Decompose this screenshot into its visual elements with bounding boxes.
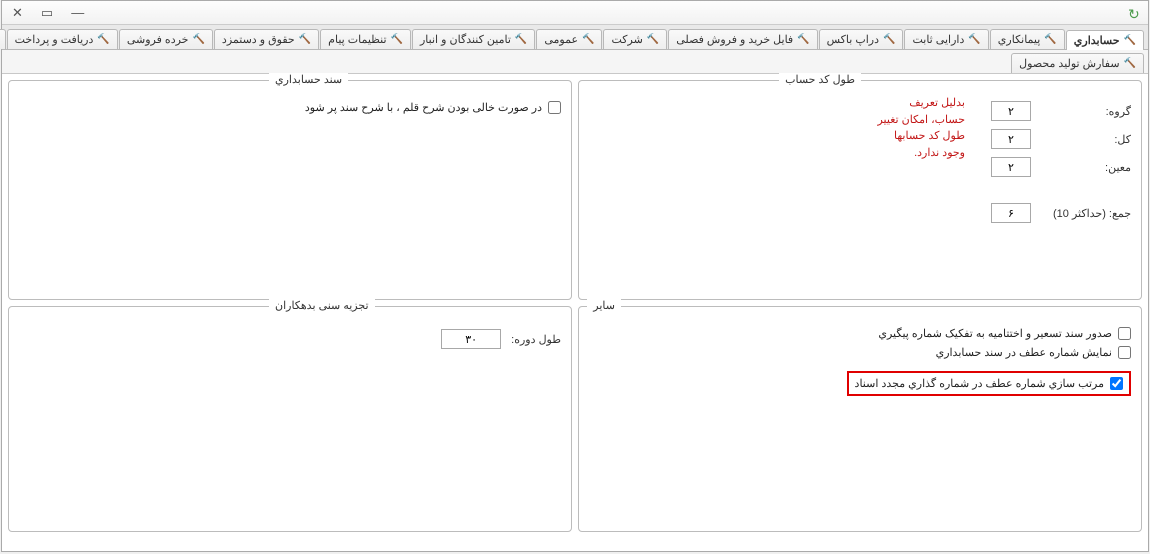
group-aging-debtors: تجزیه سنی بدهکاران طول دوره: [9, 306, 573, 532]
checkbox-fill-desc[interactable] [549, 101, 562, 114]
hammer-icon: 🔨 [516, 34, 528, 45]
warning-text: بدلیل تعریف حساب، امکان تغییر طول کد حسا… [878, 95, 966, 161]
warning-line: طول کد حسابها [878, 128, 966, 145]
group-account-code-length: طول کد حساب گروه: کل: معین: [579, 80, 1143, 300]
main-tab[interactable]: 🔨خرده فروشی [120, 29, 214, 49]
main-tab[interactable]: 🔨 حسابداري [1067, 30, 1145, 50]
hammer-icon: 🔨 [969, 34, 981, 45]
main-tab[interactable]: 🔨 تامین کنندگان و انبار [413, 29, 536, 49]
main-tab[interactable]: 🔨 شرکت [604, 29, 668, 49]
check-issue-revaluation: صدور سند تسعیر و اختتامیه به تفکیک شماره… [590, 327, 1132, 340]
checkbox-sort-ref[interactable] [1111, 377, 1124, 390]
sub-tab[interactable]: 🔨 سفارش تولید محصول [1012, 53, 1145, 73]
close-icon[interactable]: ✕ [13, 5, 24, 21]
input-period[interactable] [442, 329, 502, 349]
content-area: طول کد حساب گروه: کل: معین: [3, 74, 1149, 538]
label-sum: جمع: (حداکثر 10) [1042, 207, 1132, 220]
hammer-icon: 🔨 [1045, 34, 1057, 45]
main-tab[interactable]: 🔨مشتریان و فروش [0, 29, 7, 49]
minimize-icon[interactable]: — [72, 5, 85, 20]
label-total: کل: [1042, 133, 1132, 146]
tab-label: پیمانکاري [999, 33, 1042, 46]
hammer-icon: 🔨 [648, 34, 660, 45]
hammer-icon: 🔨 [98, 34, 110, 45]
check-sort-ref-highlighted: مرتب سازي شماره عطف در شماره گذاري مجدد … [848, 371, 1132, 396]
main-tab[interactable]: 🔨 عمومی [537, 29, 603, 49]
check-label: نمایش شماره عطف در سند حسابداري [937, 346, 1113, 359]
window: ✕ ▭ — ↻ 🔨حسابداري🔨پیمانکاري🔨دارایی ثابت🔨… [2, 0, 1150, 552]
main-tab[interactable]: 🔨پیمانکاري [991, 29, 1066, 49]
group-legend: تجزیه سنی بدهکاران [270, 299, 376, 312]
tab-label: تنظیمات پیام [329, 33, 387, 46]
group-other: سایر صدور سند تسعیر و اختتامیه به تفکیک … [579, 306, 1143, 532]
tab-label: عمومی [545, 33, 579, 46]
input-group[interactable] [992, 101, 1032, 121]
warning-line: حساب، امکان تغییر [878, 112, 966, 129]
check-label: در صورت خالی بودن شرح قلم ، با شرح سند پ… [306, 101, 543, 114]
checkbox-issue-revaluation[interactable] [1119, 327, 1132, 340]
main-tab[interactable]: 🔨 دراپ باکس [820, 29, 905, 49]
label-period: طول دوره: [512, 333, 562, 346]
input-sum[interactable] [992, 203, 1032, 223]
period-row: طول دوره: [20, 329, 562, 349]
tab-label: دارایی ثابت [913, 33, 965, 46]
check-fill-desc: در صورت خالی بودن شرح قلم ، با شرح سند پ… [20, 101, 562, 114]
check-label: مرتب سازي شماره عطف در شماره گذاري مجدد … [856, 377, 1105, 390]
main-tab[interactable]: 🔨 تنظیمات پیام [321, 29, 412, 49]
main-tab[interactable]: 🔨 حقوق و دستمزد [215, 29, 320, 49]
tab-label: تامین کنندگان و انبار [421, 33, 512, 46]
hammer-icon: 🔨 [300, 34, 312, 45]
main-tab[interactable]: 🔨 دارایی ثابت [905, 29, 989, 49]
app-icon: ↻ [1129, 6, 1143, 20]
group-legend: سند حسابداري [270, 73, 349, 86]
hammer-icon: 🔨 [1125, 35, 1137, 46]
tab-label: حقوق و دستمزد [223, 33, 296, 46]
main-tab[interactable]: 🔨دریافت و پرداخت [8, 29, 119, 49]
tab-label: حسابداري [1075, 34, 1121, 47]
main-tabstrip: 🔨حسابداري🔨پیمانکاري🔨دارایی ثابت🔨دراپ باک… [3, 25, 1149, 50]
label-moein: معین: [1042, 161, 1132, 174]
main-tab[interactable]: 🔨 فایل خرید و فروش فصلی [669, 29, 818, 49]
warning-line: وجود ندارد. [878, 145, 966, 162]
input-moein[interactable] [992, 157, 1032, 177]
tab-label: خرده فروشی [128, 33, 190, 46]
tab-label: فایل خرید و فروش فصلی [677, 33, 794, 46]
check-show-ref: نمایش شماره عطف در سند حسابداري [590, 346, 1132, 359]
hammer-icon: 🔨 [392, 34, 404, 45]
label-group: گروه: [1042, 105, 1132, 118]
hammer-icon: 🔨 [884, 34, 896, 45]
hammer-icon: 🔨 [583, 34, 595, 45]
tab-label: شرکت [612, 33, 643, 46]
check-label: صدور سند تسعیر و اختتامیه به تفکیک شماره… [879, 327, 1113, 340]
tab-label: سفارش تولید محصول [1020, 57, 1120, 70]
hammer-icon: 🔨 [1125, 58, 1137, 69]
tab-label: دریافت و پرداخت [16, 33, 95, 46]
input-total[interactable] [992, 129, 1032, 149]
group-legend: طول کد حساب [780, 73, 862, 86]
warning-line: بدلیل تعریف [878, 95, 966, 112]
checkbox-show-ref[interactable] [1119, 346, 1132, 359]
sub-tabstrip: 🔨 سفارش تولید محصول [3, 50, 1149, 74]
hammer-icon: 🔨 [193, 34, 205, 45]
titlebar: ✕ ▭ — ↻ [3, 1, 1149, 25]
maximize-icon[interactable]: ▭ [42, 5, 54, 21]
tab-label: دراپ باکس [828, 33, 880, 46]
group-legend: سایر [588, 299, 622, 312]
group-accounting-doc: سند حسابداري در صورت خالی بودن شرح قلم ،… [9, 80, 573, 300]
hammer-icon: 🔨 [798, 34, 810, 45]
